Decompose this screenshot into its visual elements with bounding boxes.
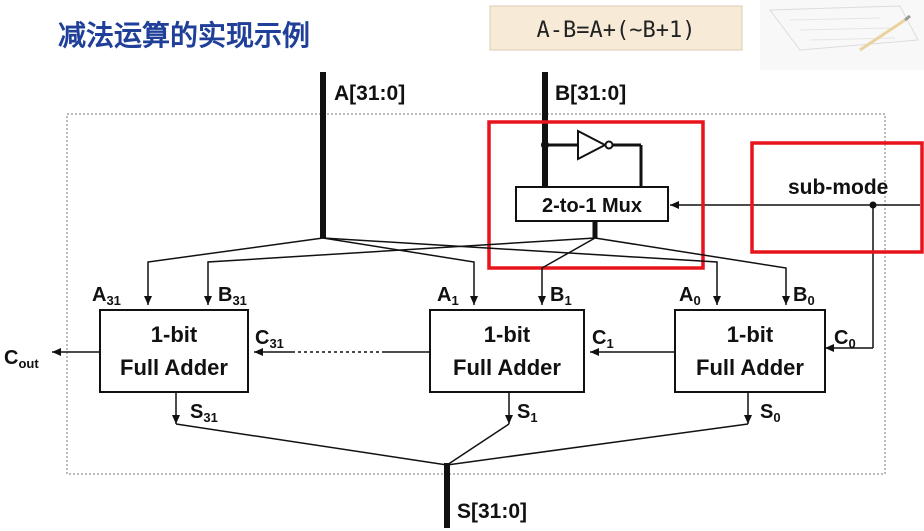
s-bus-label: S[31:0] <box>457 500 527 523</box>
b0-label: B0 <box>793 284 815 308</box>
adder-31-line2: Full Adder <box>120 355 228 380</box>
a-bus-label: A[31:0] <box>334 82 405 105</box>
sub-mode-label: sub-mode <box>788 176 888 199</box>
b1-label: B1 <box>550 284 572 308</box>
inverter <box>541 129 643 187</box>
adder-1-line2: Full Adder <box>453 355 561 380</box>
sum-wires <box>172 392 752 466</box>
adder-0-line1: 1-bit <box>727 322 774 347</box>
c1-label: C1 <box>592 327 614 351</box>
a1-label: A1 <box>437 284 459 308</box>
mux-label: 2-to-1 Mux <box>542 195 642 217</box>
s0-label: S0 <box>760 401 781 425</box>
adder-31-line1: 1-bit <box>151 322 198 347</box>
a31-label: A31 <box>92 284 121 308</box>
slide: 减法运算的实现示例 A-B=A+(~B+1) A[31:0] B[31:0] 2… <box>0 0 924 531</box>
a0-label: A0 <box>679 284 701 308</box>
c31-label: C31 <box>255 327 284 351</box>
formula-text: A-B=A+(~B+1) <box>537 18 696 43</box>
page-title: 减法运算的实现示例 <box>58 19 310 52</box>
cout-label: Cout <box>4 347 39 371</box>
b-bus-label: B[31:0] <box>555 82 626 105</box>
s1-label: S1 <box>517 401 538 425</box>
s31-label: S31 <box>190 401 218 425</box>
subtraction-diagram: 减法运算的实现示例 A-B=A+(~B+1) A[31:0] B[31:0] 2… <box>4 0 924 528</box>
full-adder-31: 1-bit Full Adder <box>99 309 249 393</box>
b31-label: B31 <box>218 284 247 308</box>
inverter-bubble <box>604 140 614 150</box>
decorative-sketch <box>760 0 924 70</box>
adder-0-line2: Full Adder <box>696 355 804 380</box>
full-adder-0: 1-bit Full Adder <box>674 309 826 393</box>
inverter-gate <box>577 129 608 161</box>
c0-label: C0 <box>834 327 856 351</box>
adder-1-line1: 1-bit <box>484 322 531 347</box>
full-adder-1: 1-bit Full Adder <box>429 309 585 393</box>
